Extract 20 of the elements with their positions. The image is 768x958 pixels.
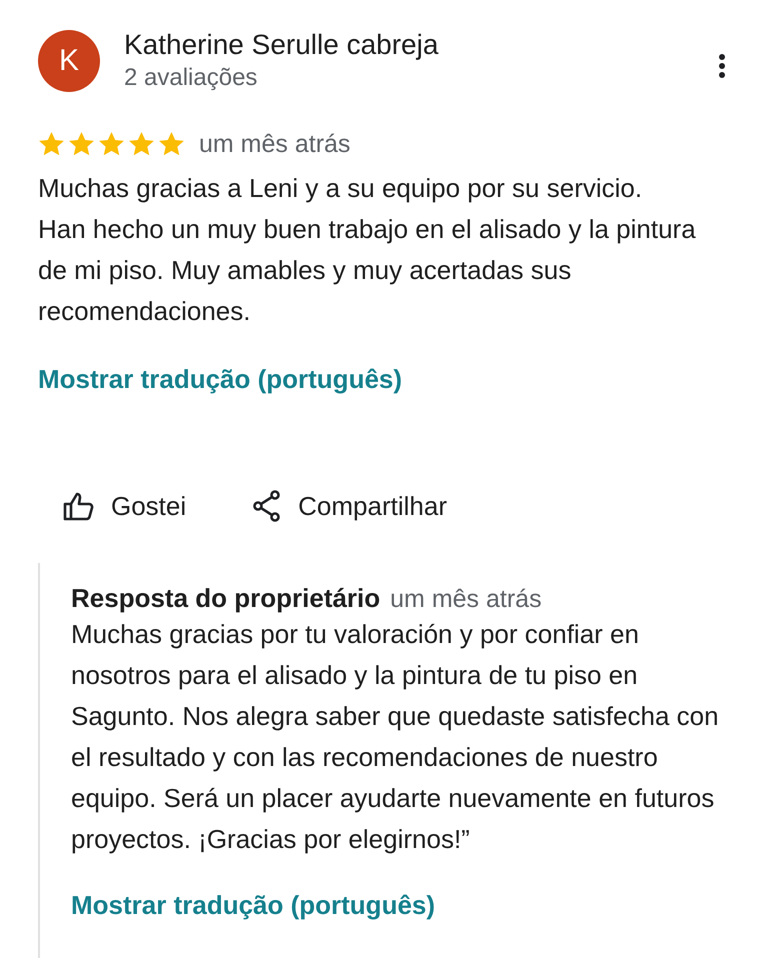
review-text: Muchas gracias a Leni y a su equipo por su servicio. Han hecho un muy buen trabajo en el alisado y la pintura de mi piso. Muy amables y muy acertadas sus recomendaciones. <box>38 172 697 328</box>
like-button[interactable]: Gostei <box>63 484 186 528</box>
star-icon <box>98 131 125 157</box>
response-title: Resposta do proprietário <box>71 583 380 614</box>
thumbs-up-icon <box>63 491 95 521</box>
response-text: Muchas gracias por tu valoración y por confiar en nosotros para el alisado y la pintura de tu piso en Sagunto. Nos alegra saber que quedaste satisfecha con el resultado y con las recomendaciones de nuestro equipo. Será un placer ayudarte nuevamente en futuros proyectos. ¡Gracias por elegirnos!” <box>71 618 720 856</box>
translate-link[interactable]: Mostrar tradução (português) <box>71 888 436 922</box>
star-icon <box>68 131 95 157</box>
response-time: um mês atrás <box>390 585 542 614</box>
star-icon <box>128 131 155 157</box>
reviewer-name[interactable]: Katherine Serulle cabreja <box>124 28 718 62</box>
translate-link[interactable]: Mostrar tradução (português) <box>38 362 402 396</box>
review-time: um mês atrás <box>199 130 350 158</box>
share-icon <box>252 490 282 522</box>
share-button[interactable]: Compartilhar <box>252 484 447 528</box>
more-options-icon[interactable] <box>718 53 726 79</box>
star-icon <box>38 131 65 157</box>
star-icon <box>158 131 185 157</box>
avatar[interactable]: K <box>38 30 100 92</box>
review-count: 2 avaliações <box>124 63 258 93</box>
